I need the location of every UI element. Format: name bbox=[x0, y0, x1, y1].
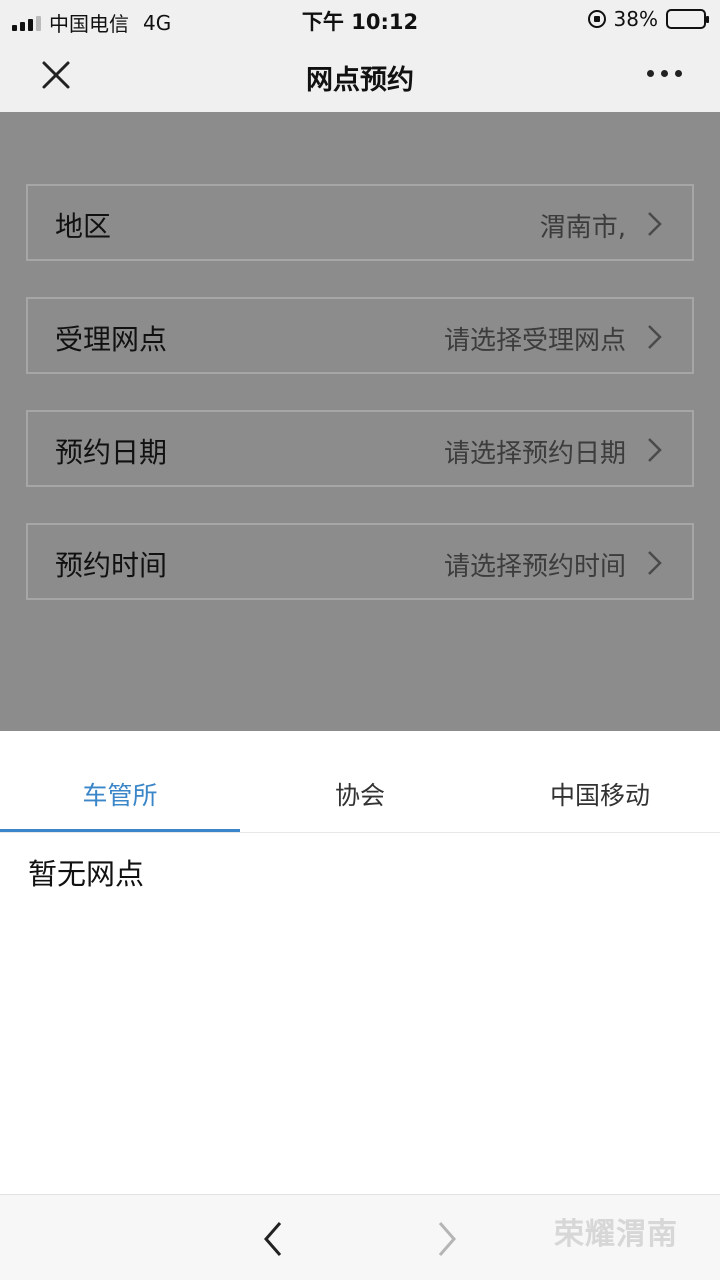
time-label: 预约时间 bbox=[55, 549, 168, 582]
date-value: 请选择预约日期 bbox=[443, 439, 626, 469]
branch-value: 请选择受理网点 bbox=[443, 326, 626, 356]
tab-vehicle-office[interactable]: 车管所 bbox=[0, 731, 240, 833]
tab-bar: 车管所 协会 中国移动 bbox=[0, 731, 720, 833]
form-row-time[interactable]: 预约时间 请选择预约时间 bbox=[26, 523, 694, 600]
watermark-logo: 荣耀渭南 bbox=[554, 1217, 678, 1252]
date-label: 预约日期 bbox=[55, 436, 168, 469]
chevron-left-icon[interactable] bbox=[258, 1219, 288, 1259]
empty-state-text: 暂无网点 bbox=[28, 857, 145, 891]
tab-association[interactable]: 协会 bbox=[240, 731, 480, 833]
chevron-right-icon[interactable] bbox=[432, 1219, 462, 1259]
status-right: 38% bbox=[587, 7, 709, 31]
region-label: 地区 bbox=[55, 210, 112, 243]
region-value: 渭南市, bbox=[539, 213, 626, 243]
chevron-right-icon bbox=[648, 325, 662, 349]
more-icon[interactable] bbox=[647, 70, 682, 77]
nav-bar: 网点预约 bbox=[0, 38, 720, 112]
tab-china-mobile[interactable]: 中国移动 bbox=[480, 731, 720, 833]
branch-picker-sheet: 车管所 协会 中国移动 暂无网点 bbox=[0, 731, 720, 1194]
form-row-date[interactable]: 预约日期 请选择预约日期 bbox=[26, 410, 694, 487]
form-row-region[interactable]: 地区 渭南市, bbox=[26, 184, 694, 261]
branch-label: 受理网点 bbox=[55, 323, 168, 356]
status-bar: 中国电信 4G 下午 10:12 38% bbox=[0, 0, 720, 38]
tab-indicator bbox=[0, 829, 240, 832]
chevron-right-icon bbox=[648, 212, 662, 236]
page-title: 网点预约 bbox=[306, 65, 414, 96]
form-area: 地区 渭南市, 受理网点 请选择受理网点 预约日期 请选择预约日期 预约时间 请… bbox=[0, 112, 720, 731]
battery-icon bbox=[666, 9, 709, 29]
orientation-lock-icon bbox=[587, 10, 606, 28]
chevron-right-icon bbox=[648, 438, 662, 462]
battery-percent: 38% bbox=[613, 7, 658, 31]
form-row-branch[interactable]: 受理网点 请选择受理网点 bbox=[26, 297, 694, 374]
chevron-right-icon bbox=[648, 551, 662, 575]
browser-toolbar: 荣耀渭南 bbox=[0, 1194, 720, 1280]
time-value: 请选择预约时间 bbox=[443, 552, 626, 582]
